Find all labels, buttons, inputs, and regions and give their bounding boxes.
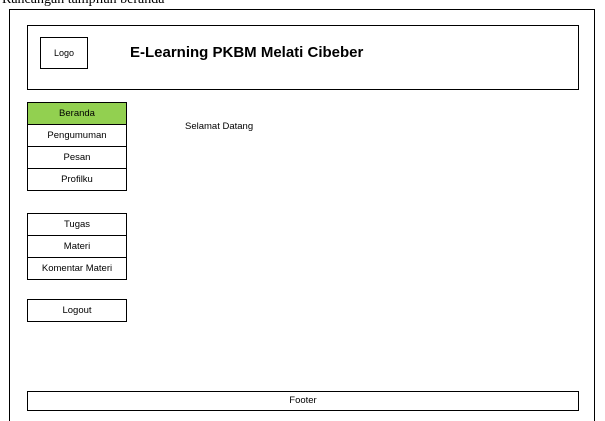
logo[interactable]: Logo [40,37,88,69]
site-title: E-Learning PKBM Melati Cibeber [130,44,364,61]
logout-button[interactable]: Logout [27,299,127,322]
footer: Footer [27,391,579,411]
nav-group-main: Beranda Pengumuman Pesan Profilku [27,102,127,191]
nav-group-learning: Tugas Materi Komentar Materi [27,213,127,280]
nav-item-tugas[interactable]: Tugas [27,213,127,236]
nav-item-komentar-materi[interactable]: Komentar Materi [27,257,127,280]
nav-group-account: Logout [27,299,127,322]
nav-item-pengumuman[interactable]: Pengumuman [27,124,127,147]
nav-item-beranda[interactable]: Beranda [27,102,127,125]
top-caption: Rancangan tampilan beranda [2,0,164,8]
nav-item-materi[interactable]: Materi [27,235,127,258]
nav-item-pesan[interactable]: Pesan [27,146,127,169]
nav-item-profilku[interactable]: Profilku [27,168,127,191]
header: Logo E-Learning PKBM Melati Cibeber [27,25,579,90]
welcome-text: Selamat Datang [185,121,254,132]
